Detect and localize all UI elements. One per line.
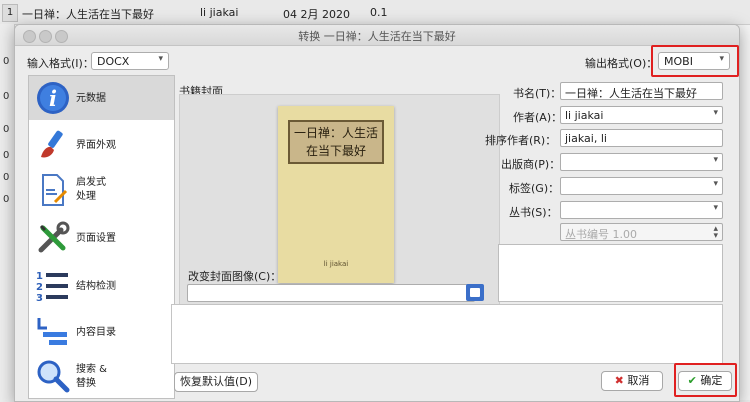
series-label: 丛书(S)： [509, 206, 558, 219]
title-cell: 一日禅：人生活在当下最好 [22, 8, 154, 21]
input-format-label: 输入格式(I)： [27, 57, 94, 70]
title-input[interactable]: 一日禅：人生活在当下最好 [560, 82, 723, 100]
sidebar-item-label-line1: 搜索 & [76, 364, 107, 375]
wrench-screwdriver-icon [38, 221, 70, 253]
publisher-combo[interactable]: ▾ [560, 153, 723, 171]
svg-text:1: 1 [36, 271, 43, 282]
author-combo[interactable]: li jiakai ▾ [560, 106, 723, 124]
change-cover-label: 改变封面图像(C)： [188, 270, 282, 283]
spinner-arrows-icon: ▴ ▾ [713, 224, 718, 241]
cover-title-line1: 一日禅：人生活 [293, 126, 378, 140]
sidebar-item-look-and-feel[interactable]: 界面外观 [29, 123, 174, 167]
tags-combo[interactable]: ▾ [560, 177, 723, 195]
sidebar-item-metadata[interactable]: i 元数据 [29, 76, 174, 120]
sidebar-item-label: 元数据 [76, 93, 106, 104]
output-format-label: 输出格式(O)： [585, 57, 658, 70]
sidebar-item-structure-detection[interactable]: 1 2 3 结构检测 [29, 264, 174, 308]
book-cover-image: 一日禅：人生活 在当下最好 li jiakai [278, 106, 394, 283]
author-sort-input[interactable]: jiakai, li [560, 129, 723, 147]
sidebar-item-heuristics[interactable]: 启发式 处理 [29, 168, 174, 212]
sidebar-item-label-line2: 替换 [76, 378, 96, 389]
cover-ribbon: 一日禅：人生活 在当下最好 [288, 120, 384, 164]
table-row[interactable]: 1 一日禅：人生活在当下最好 li jiakai 04 2月 2020 0.1 [0, 0, 750, 25]
series-number-spinbox[interactable]: 丛书编号 1.00 ▴ ▾ [560, 223, 723, 241]
row-number: 0 [3, 124, 10, 135]
numbered-list-icon: 1 2 3 [36, 271, 68, 304]
sidebar-item-label: 内容目录 [76, 327, 116, 338]
chevron-down-icon: ▾ [713, 155, 718, 165]
series-number-value: 丛书编号 1.00 [565, 228, 637, 241]
cancel-x-icon: ✖ [614, 374, 624, 387]
chevron-down-icon: ▾ [713, 179, 718, 189]
cover-path-input[interactable] [187, 284, 475, 302]
publisher-label: 出版商(P)： [501, 158, 561, 171]
settings-sidebar: i 元数据 界面外观 启发式 处理 页面设置 1 2 3 结构检测 内容目录 搜… [28, 75, 175, 399]
sidebar-item-label: 页面设置 [76, 233, 116, 244]
chevron-down-icon: ▾ [713, 203, 718, 213]
help-text-area [171, 304, 723, 364]
author-sort-label: 排序作者(R)： [485, 134, 557, 147]
convert-dialog: 转换 一日禅：人生活在当下最好 输入格式(I)： DOCX ▾ 输出格式(O)：… [14, 24, 740, 402]
comments-area[interactable] [498, 244, 723, 302]
cancel-label: 取消 [627, 374, 650, 387]
sidebar-item-page-setup[interactable]: 页面设置 [29, 216, 174, 260]
chevron-down-icon: ▾ [713, 108, 718, 118]
sidebar-item-label: 结构检测 [76, 281, 116, 292]
restore-defaults-button[interactable]: 恢复默认值(D) [174, 372, 258, 392]
toc-icon [37, 318, 67, 345]
series-combo[interactable]: ▾ [560, 201, 723, 219]
svg-text:i: i [49, 86, 57, 111]
sidebar-item-search-replace[interactable]: 搜索 & 替换 [29, 354, 174, 398]
input-format-select[interactable]: DOCX ▾ [91, 52, 169, 70]
document-wand-icon [42, 174, 68, 206]
title-bar: 转换 一日禅：人生活在当下最好 [15, 25, 739, 46]
row-number: 0 [3, 194, 10, 205]
sidebar-item-label-line1: 启发式 [76, 177, 106, 188]
input-format-value: DOCX [97, 55, 130, 68]
sidebar-item-label-line2: 处理 [76, 191, 96, 202]
cover-author: li jiakai [323, 260, 349, 268]
row-number: 0 [3, 56, 10, 67]
row-number: 0 [3, 150, 10, 161]
row-number-column: 0 0 0 0 0 0 [0, 24, 15, 400]
brush-icon [41, 130, 63, 158]
rating-cell: 0.1 [370, 6, 388, 19]
cancel-button[interactable]: ✖ 取消 [601, 371, 663, 391]
author-sort-value: jiakai, li [565, 132, 607, 145]
ok-button-highlight [674, 363, 737, 397]
row-number: 1 [2, 4, 18, 22]
browse-cover-button[interactable] [466, 284, 484, 301]
cover-title-line2: 在当下最好 [305, 144, 366, 158]
title-value: 一日禅：人生活在当下最好 [565, 87, 697, 100]
info-icon: i [37, 82, 69, 114]
date-cell: 04 2月 2020 [283, 8, 350, 21]
row-number: 0 [3, 91, 10, 102]
chevron-down-icon: ▾ [158, 54, 163, 64]
output-format-highlight [651, 45, 739, 77]
sidebar-item-label: 界面外观 [76, 140, 116, 151]
dialog-title: 转换 一日禅：人生活在当下最好 [298, 30, 456, 43]
author-cell: li jiakai [200, 6, 239, 19]
svg-text:2: 2 [36, 282, 43, 293]
svg-text:3: 3 [36, 293, 43, 304]
magnifier-icon [37, 360, 70, 393]
row-number: 0 [3, 172, 10, 183]
author-label: 作者(A)： [513, 111, 563, 124]
tags-label: 标签(G)： [509, 182, 560, 195]
author-value: li jiakai [565, 109, 604, 122]
sidebar-item-table-of-contents[interactable]: 内容目录 [29, 310, 174, 354]
title-label: 书名(T)： [513, 87, 562, 100]
